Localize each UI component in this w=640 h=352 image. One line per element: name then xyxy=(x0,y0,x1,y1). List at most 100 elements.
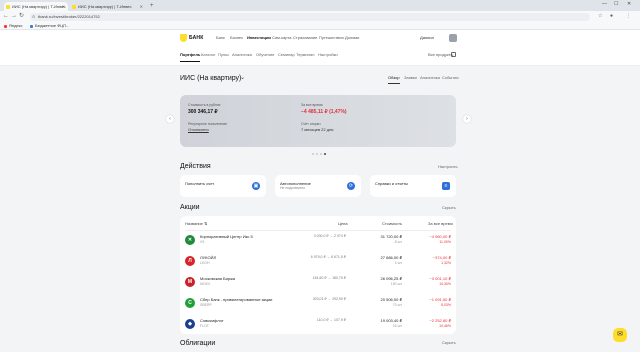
minimize-icon[interactable]: — xyxy=(602,1,607,7)
x5-logo-icon: ✕ xyxy=(185,235,195,245)
action-title: Пополнить счет xyxy=(185,181,215,186)
browser-toolbar: ← → ↻ ⊙ tbank.ru/invest/broker/222201475… xyxy=(0,11,640,22)
top-nav-bank[interactable]: Банк xyxy=(216,35,225,41)
stock-change: −2 252,80 ₽ xyxy=(429,318,451,323)
action-reports[interactable]: Справки и отчеты ≡ xyxy=(370,175,456,197)
top-nav-sim[interactable]: Сим-карта xyxy=(272,35,291,41)
stock-cost: 26 096,25 ₽ xyxy=(380,276,402,281)
bookmark-budget[interactable]: Бюджетное ФЦП... xyxy=(30,22,69,30)
top-nav-investments[interactable]: Инвестиции xyxy=(247,35,271,41)
chevron-down-icon[interactable]: ⌄ xyxy=(240,74,245,83)
new-tab-button[interactable]: + xyxy=(150,2,154,10)
sovcomflot-logo-icon: ◆ xyxy=(185,319,195,329)
account-age: 7 месяцев 22 дня xyxy=(301,127,334,132)
bookmark-favicon-icon xyxy=(30,24,33,28)
tbank-favicon-icon xyxy=(72,4,76,9)
back-icon[interactable]: ← xyxy=(3,12,9,21)
action-autopay[interactable]: Автопополнение Не подключено ⟳ xyxy=(275,175,361,197)
carousel-dot-active[interactable] xyxy=(324,153,326,155)
top-nav-business[interactable]: Бизнес xyxy=(230,35,243,41)
avatar[interactable] xyxy=(449,34,457,42)
tab-title: ИИС (На квартиру) | Т-Инвес xyxy=(78,4,132,9)
site-header: БАНК Банк Бизнес Инвестиции Сим-карта Ст… xyxy=(0,30,640,66)
stock-price: 181,60 ₽ → 180,79 ₽ xyxy=(312,276,346,280)
close-tab-icon[interactable]: ✕ xyxy=(140,2,143,11)
stock-qty: 8 шт xyxy=(394,240,402,244)
tab-pulse[interactable]: Пульс xyxy=(218,52,229,58)
stock-ticker: SBERP xyxy=(200,303,212,307)
user-name[interactable]: Даниил xyxy=(420,35,434,41)
maximize-icon[interactable]: ☐ xyxy=(614,1,618,7)
forward-icon[interactable]: → xyxy=(11,12,17,21)
tab-title: ИИС (На квартиру) | Т-Инвес xyxy=(12,4,66,9)
bonds-title: Облигации xyxy=(180,340,216,347)
browser-tab-1[interactable]: ИИС (На квартиру) | Т-Инвес ✕ xyxy=(4,2,68,11)
tab-settings[interactable]: Настройки xyxy=(318,52,338,58)
stock-ticker: X5 xyxy=(200,240,205,244)
top-nav-installments[interactable]: Долями xyxy=(345,35,359,41)
chat-icon[interactable]: ✉ xyxy=(613,328,627,342)
action-top-up[interactable]: Пополнить счет ▣ xyxy=(180,175,266,197)
table-row[interactable]: М Московская Биржа MOEX 181,60 ₽ → 180,7… xyxy=(180,272,456,292)
document-icon: ≡ xyxy=(442,182,450,190)
browser-tab-2[interactable]: ИИС (На квартиру) | Т-Инвес ✕ xyxy=(70,2,146,11)
top-nav-travel[interactable]: Путешествия xyxy=(319,35,344,41)
site-info-icon[interactable]: ⊙ xyxy=(32,13,35,21)
carousel-next-icon[interactable]: › xyxy=(463,115,471,123)
col-cost-header[interactable]: Стоимость xyxy=(382,221,402,227)
hide-bonds-link[interactable]: Скрыть xyxy=(442,340,456,346)
tab-catalog[interactable]: Каталог xyxy=(201,52,216,58)
segment-overview[interactable]: Обзор xyxy=(388,75,400,84)
col-alltime-header[interactable]: За все время xyxy=(428,221,453,227)
portfolio-value: 300 346,17 ₽ xyxy=(188,109,218,115)
tbank-logo[interactable]: БАНК xyxy=(180,34,203,42)
configure-actions-link[interactable]: Настроить xyxy=(438,164,458,170)
logo-text: БАНК xyxy=(189,35,204,41)
carousel-prev-icon[interactable]: ‹ xyxy=(166,115,174,123)
carousel-dot[interactable] xyxy=(312,153,314,155)
page-title[interactable]: ИИС (На квартиру) xyxy=(180,74,241,83)
address-bar[interactable]: ⊙ tbank.ru/invest/broker/2222014752 xyxy=(30,12,590,21)
bookmark-yandex[interactable]: Яндекс xyxy=(4,22,22,30)
segment-analytics[interactable]: Аналитика xyxy=(420,75,440,81)
stock-name: Корпоративный Центр Икс 5 xyxy=(200,234,253,239)
segment-orders[interactable]: Заявки xyxy=(404,75,417,81)
segment-events[interactable]: События xyxy=(442,75,459,81)
col-price-header[interactable]: Цена xyxy=(338,221,348,227)
tab-terminal[interactable]: Терминал xyxy=(296,52,314,58)
recurring-link[interactable]: Отключено xyxy=(188,127,209,133)
lukoil-logo-icon: Л xyxy=(185,256,195,266)
tab-learning[interactable]: Обучение xyxy=(256,52,274,58)
bookmark-star-icon[interactable]: ☆ xyxy=(598,12,602,21)
bookmarks-bar: Яндекс Бюджетное ФЦП... xyxy=(0,22,640,30)
actions-title: Действия xyxy=(180,163,211,170)
table-row[interactable]: Л ЛУКОЙЛ LKOH 6 979,0 ₽ → 6 671,5 ₽ 27 6… xyxy=(180,251,456,271)
profile-icon[interactable]: ● xyxy=(610,12,613,21)
browser-menu-icon[interactable]: ⋮ xyxy=(626,12,631,21)
tab-seminar[interactable]: Семинар xyxy=(278,52,295,58)
top-nav-insurance[interactable]: Страхование xyxy=(293,35,317,41)
stock-price: 6 979,0 ₽ → 6 671,5 ₽ xyxy=(310,255,346,259)
tab-analytics[interactable]: Аналитика xyxy=(232,52,252,58)
col-name-label: Название xyxy=(185,221,203,226)
stock-name: Сбер Банк - привилегированные акции xyxy=(200,297,273,302)
hide-stocks-link[interactable]: Скрыть xyxy=(442,205,456,211)
portfolio-pnl: −4 485,11 ₽ (1,47%) xyxy=(301,109,347,115)
grid-icon[interactable] xyxy=(451,52,456,57)
stock-price: 3 000,0 ₽ → 2 974 ₽ xyxy=(313,234,346,238)
carousel-dot[interactable] xyxy=(320,153,322,155)
table-row[interactable]: ◆ Совкомфлот FLOT 110,0 ₽ → 107,9 ₽ 19 0… xyxy=(180,314,456,334)
carousel-dot[interactable] xyxy=(316,153,318,155)
all-products-link[interactable]: Все продукты xyxy=(428,52,453,58)
stock-change-pct: 10,46% xyxy=(439,324,451,328)
tab-portfolio[interactable]: Портфель xyxy=(180,52,201,62)
reload-icon[interactable]: ↻ xyxy=(19,12,24,21)
stock-change: −374,00 ₽ xyxy=(432,255,451,260)
close-tab-icon[interactable]: ✕ xyxy=(62,2,65,11)
table-row[interactable]: С Сбер Банк - привилегированные акции SB… xyxy=(180,293,456,313)
close-window-icon[interactable]: ✕ xyxy=(627,1,631,7)
col-name-header[interactable]: Название ⇅ xyxy=(185,221,207,227)
table-row[interactable]: ✕ Корпоративный Центр Икс 5 X5 3 000,0 ₽… xyxy=(180,230,456,250)
stocks-table: Название ⇅ Цена Стоимость За все время ✕… xyxy=(180,216,456,334)
stock-ticker: FLOT xyxy=(200,324,209,328)
